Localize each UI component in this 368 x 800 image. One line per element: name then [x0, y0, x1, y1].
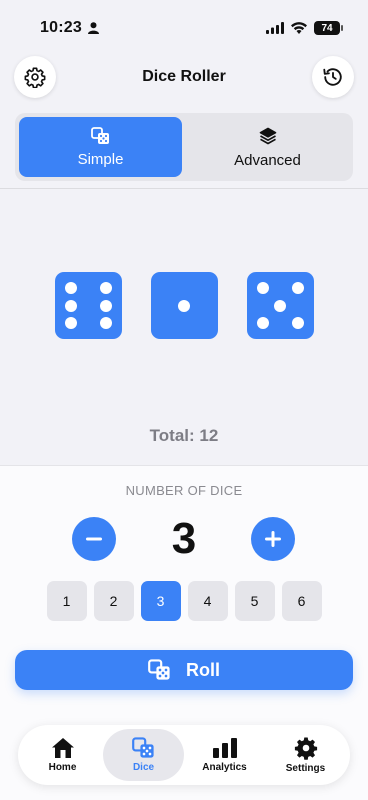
status-time: 10:23: [40, 19, 82, 36]
pip: [99, 299, 112, 312]
tab-simple-label: Simple: [77, 150, 124, 168]
pip: [274, 299, 286, 312]
tab-analytics[interactable]: Analytics: [184, 729, 265, 781]
increase-button[interactable]: [251, 517, 295, 561]
dice-count-value: 3: [171, 514, 197, 563]
pip: [99, 317, 112, 329]
dice-icon: [90, 126, 109, 144]
dice-count-options: 1 2 3 4 5 6: [0, 581, 368, 621]
pip: [256, 282, 269, 294]
dice-display: Total: 12: [0, 189, 368, 465]
history-button[interactable]: [312, 56, 354, 98]
die-3[interactable]: [246, 272, 314, 339]
die-2[interactable]: [150, 272, 218, 339]
dice-count-option-2[interactable]: 2: [93, 581, 134, 621]
tab-settings-label: Settings: [285, 763, 326, 774]
dice-count-option-4[interactable]: 4: [187, 581, 228, 621]
pip: [178, 299, 190, 312]
home-icon: [51, 738, 74, 758]
battery-indicator: 74: [314, 21, 343, 35]
layers-icon: [259, 127, 276, 144]
tab-home[interactable]: Home: [22, 729, 103, 781]
bottom-tab-bar: Home Dice Analytics Settings: [18, 725, 350, 785]
tab-dice-label: Dice: [132, 762, 155, 773]
dice-icon: [131, 737, 154, 758]
pip: [291, 317, 304, 329]
battery-level: 74: [321, 22, 333, 34]
total-label: Total: 12: [149, 426, 219, 445]
number-of-dice-label: NUMBER OF DICE: [125, 483, 243, 498]
tab-dice[interactable]: Dice: [103, 729, 184, 781]
dice-count-option-5[interactable]: 5: [234, 581, 275, 621]
dice-count-option-3[interactable]: 3: [140, 581, 181, 621]
app-header: Dice Roller: [0, 56, 368, 98]
roll-button[interactable]: Roll: [15, 650, 353, 690]
dice-row: [0, 272, 368, 339]
gear-icon: [294, 737, 317, 760]
pip: [256, 317, 269, 329]
tab-advanced-label: Advanced: [234, 151, 301, 169]
dice-count-option-1[interactable]: 1: [46, 581, 87, 621]
bar-chart-icon: [212, 738, 237, 758]
status-time-group: 10:23: [40, 19, 99, 37]
tab-advanced[interactable]: Advanced: [186, 117, 349, 177]
plus-icon: [265, 531, 281, 547]
pip: [64, 282, 77, 294]
history-icon: [323, 68, 342, 86]
status-indicators: 74: [266, 21, 343, 35]
roll-button-label: Roll: [186, 659, 220, 680]
controls-panel: NUMBER OF DICE 3 1 2 3 4 5 6 Roll Home D…: [0, 465, 368, 800]
mode-segmented-control: Simple Advanced: [15, 113, 353, 181]
dice-count-option-6[interactable]: 6: [281, 581, 322, 621]
pip: [64, 317, 77, 329]
tab-analytics-label: Analytics: [202, 762, 247, 773]
die-1[interactable]: [54, 272, 122, 339]
wifi-icon: [291, 22, 307, 34]
pip: [64, 299, 77, 312]
dice-count-stepper: 3: [0, 514, 368, 563]
status-bar: 10:23 74: [0, 0, 368, 56]
dice-icon: [148, 659, 170, 680]
tab-home-label: Home: [48, 762, 77, 773]
tab-simple[interactable]: Simple: [19, 117, 182, 177]
pip: [291, 282, 304, 294]
cellular-signal-icon: [266, 22, 284, 34]
tab-settings[interactable]: Settings: [265, 729, 346, 781]
person-icon: [87, 22, 99, 34]
pip: [99, 282, 112, 294]
